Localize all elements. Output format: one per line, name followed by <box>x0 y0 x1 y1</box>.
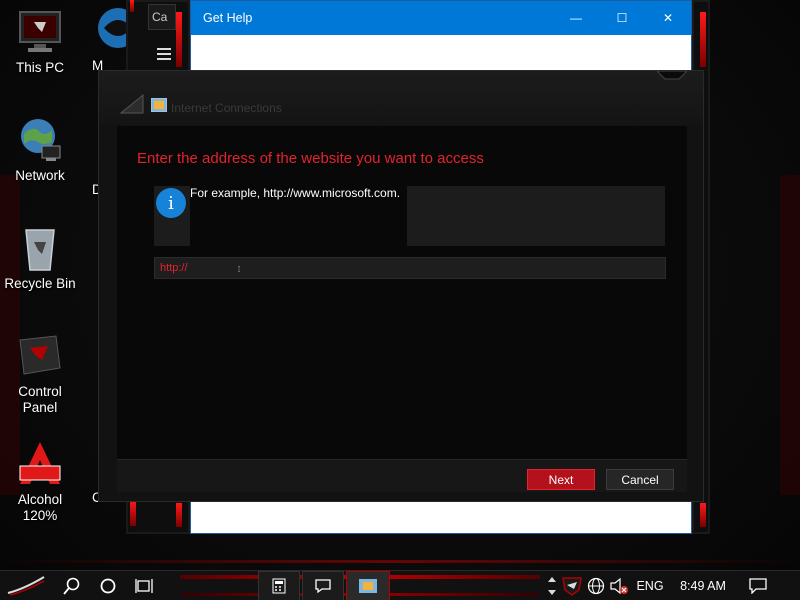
frame-accent <box>700 503 706 527</box>
minimize-icon: — <box>570 11 582 25</box>
app-icon <box>359 579 377 593</box>
cortana-button[interactable] <box>96 571 120 600</box>
desktop-icon-alcohol[interactable]: Alcohol 120% <box>0 440 80 524</box>
control-panel-icon <box>16 332 64 380</box>
taskbar: ENG 8:49 AM <box>0 570 800 600</box>
globe-network-icon <box>16 116 64 164</box>
feedback-icon <box>315 579 331 594</box>
scroll-arrows-icon <box>548 577 556 595</box>
frame-accent <box>130 0 134 12</box>
desktop-icon-label: Alcohol 120% <box>17 492 63 523</box>
internet-connections-dialog: Internet Connections Enter the address o… <box>98 70 704 502</box>
window-title: Get Help <box>203 11 253 25</box>
taskbar-app-calculator[interactable] <box>258 571 300 600</box>
close-icon: ✕ <box>662 11 674 25</box>
example-text: For example, http://www.microsoft.com. <box>190 186 401 200</box>
taskbar-app-feedback[interactable] <box>302 571 344 600</box>
desktop-icon-recycle-bin[interactable]: Recycle Bin <box>0 224 80 292</box>
frame-accent <box>176 12 182 67</box>
start-button[interactable] <box>0 571 52 600</box>
info-panel-right <box>407 186 665 246</box>
cancel-button-label: Cancel <box>621 472 659 487</box>
dialog-footer <box>117 459 687 492</box>
hamburger-menu-icon[interactable] <box>157 48 171 60</box>
background-tab-label: Ca <box>152 10 168 24</box>
start-icon <box>7 576 45 596</box>
next-button-label: Next <box>548 472 574 487</box>
page-heading: Enter the address of the website you wan… <box>137 150 484 167</box>
task-view-icon <box>135 579 153 593</box>
language-indicator[interactable]: ENG <box>632 571 668 600</box>
alcohol-120-icon <box>16 440 64 488</box>
network-tray-button[interactable] <box>586 571 606 600</box>
calculator-icon <box>272 578 286 594</box>
dialog-body <box>117 126 687 461</box>
next-button[interactable]: Next <box>527 469 595 490</box>
search-icon <box>63 577 80 595</box>
desktop-icon-label: Network <box>15 168 65 183</box>
desktop-icon-this-pc[interactable]: This PC <box>0 8 80 76</box>
text-cursor-icon <box>238 266 240 272</box>
url-input[interactable] <box>154 257 666 279</box>
notification-button[interactable] <box>744 571 772 600</box>
rog-tray-button[interactable] <box>560 571 584 600</box>
dialog-top-notch-icon <box>657 71 687 80</box>
wallpaper-streak <box>0 560 800 563</box>
desktop-icon-label: Control Panel <box>18 384 62 415</box>
frame-accent <box>130 500 136 526</box>
frame-accent <box>176 503 182 527</box>
background-window-tab[interactable]: Ca <box>148 4 176 30</box>
cortana-icon <box>100 578 116 594</box>
search-button[interactable] <box>60 571 84 600</box>
info-glyph: i <box>168 192 174 214</box>
language-label: ENG <box>636 579 664 593</box>
recycle-bin-icon <box>16 224 64 272</box>
network-icon <box>587 577 605 595</box>
desktop-icon-network[interactable]: Network <box>0 116 80 184</box>
desktop-icon-control-panel[interactable]: Control Panel <box>0 332 80 416</box>
frame-accent <box>700 12 706 67</box>
volume-muted-icon <box>610 577 628 595</box>
dialog-titlebar <box>99 71 703 125</box>
internet-connections-icon <box>151 98 167 112</box>
close-button[interactable]: ✕ <box>645 1 691 35</box>
cancel-button[interactable]: Cancel <box>606 469 674 490</box>
get-help-titlebar: Get Help — ☐ ✕ <box>191 1 691 35</box>
wallpaper-red-edge-right <box>780 175 800 495</box>
rog-shield-icon <box>562 577 582 596</box>
monitor-icon <box>16 8 64 56</box>
volume-tray-button[interactable] <box>608 571 630 600</box>
desktop-icon-label: Recycle Bin <box>4 276 76 291</box>
desktop-icon-label: This PC <box>15 60 64 75</box>
task-view-button[interactable] <box>132 571 156 600</box>
clock[interactable]: 8:49 AM <box>670 571 736 600</box>
info-icon: i <box>156 188 186 218</box>
maximize-icon: ☐ <box>616 11 628 25</box>
maximize-button[interactable]: ☐ <box>599 1 645 35</box>
taskbar-app-internet-connections[interactable] <box>346 571 390 600</box>
taskbar-scroll[interactable] <box>545 571 559 600</box>
back-arrow-icon[interactable] <box>119 93 145 115</box>
minimize-button[interactable]: — <box>553 1 599 35</box>
dialog-title: Internet Connections <box>171 101 282 115</box>
clock-time: 8:49 AM <box>680 579 726 593</box>
notification-icon <box>749 578 767 594</box>
